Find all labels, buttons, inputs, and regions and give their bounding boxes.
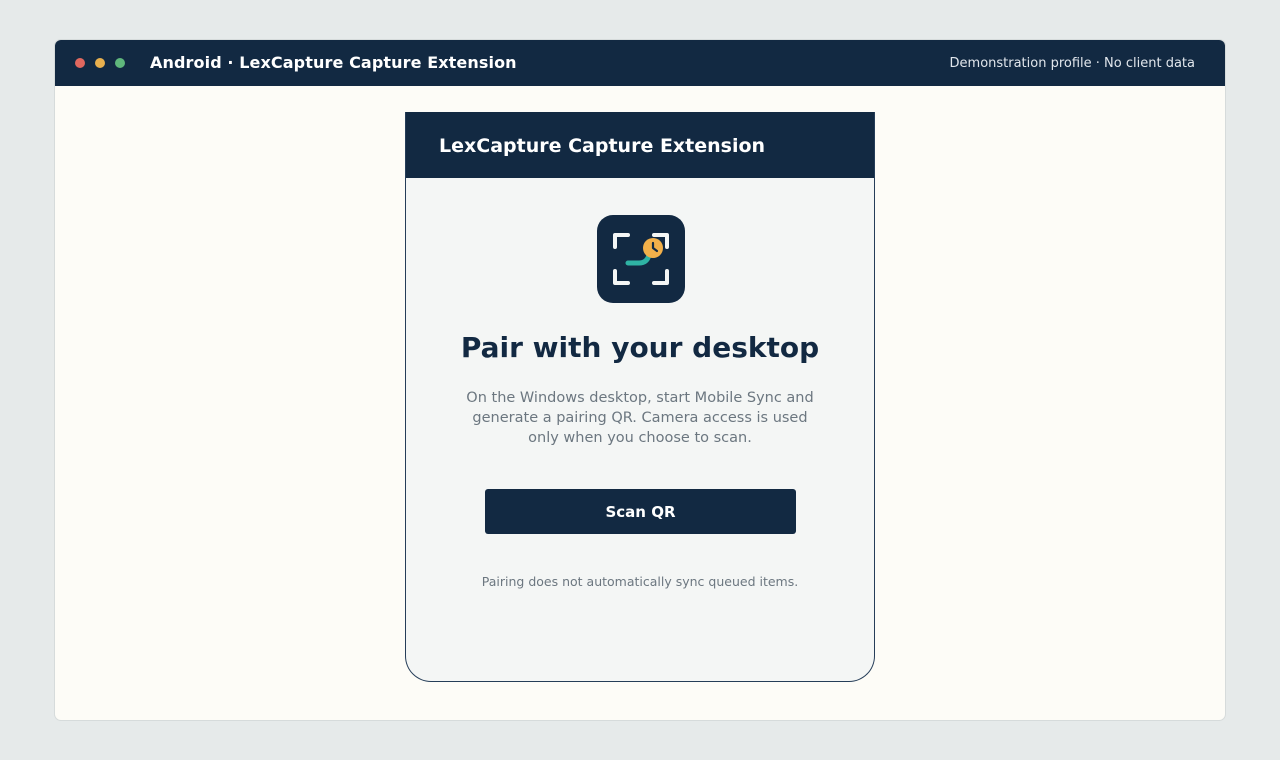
pairing-description: On the Windows desktop, start Mobile Syn… [466, 390, 814, 446]
qr-scan-clock-icon [597, 215, 685, 303]
close-window-button[interactable] [75, 58, 85, 68]
app-window: Android · LexCapture Capture Extension D… [55, 40, 1225, 720]
app-header: LexCapture Capture Extension [406, 112, 874, 178]
minimize-window-button[interactable] [95, 58, 105, 68]
app-header-title: LexCapture Capture Extension [439, 135, 766, 157]
phone-screen: LexCapture Capture Extension Pair with y… [405, 112, 875, 682]
window-title: Android · LexCapture Capture Extension [150, 53, 517, 72]
pairing-headline: Pair with your desktop [460, 331, 820, 364]
profile-note: Demonstration profile · No client data [949, 56, 1195, 71]
scan-qr-button[interactable]: Scan QR [485, 489, 796, 534]
pairing-footnote: Pairing does not automatically sync queu… [481, 574, 799, 589]
maximize-window-button[interactable] [115, 58, 125, 68]
title-bar: Android · LexCapture Capture Extension D… [55, 40, 1225, 86]
